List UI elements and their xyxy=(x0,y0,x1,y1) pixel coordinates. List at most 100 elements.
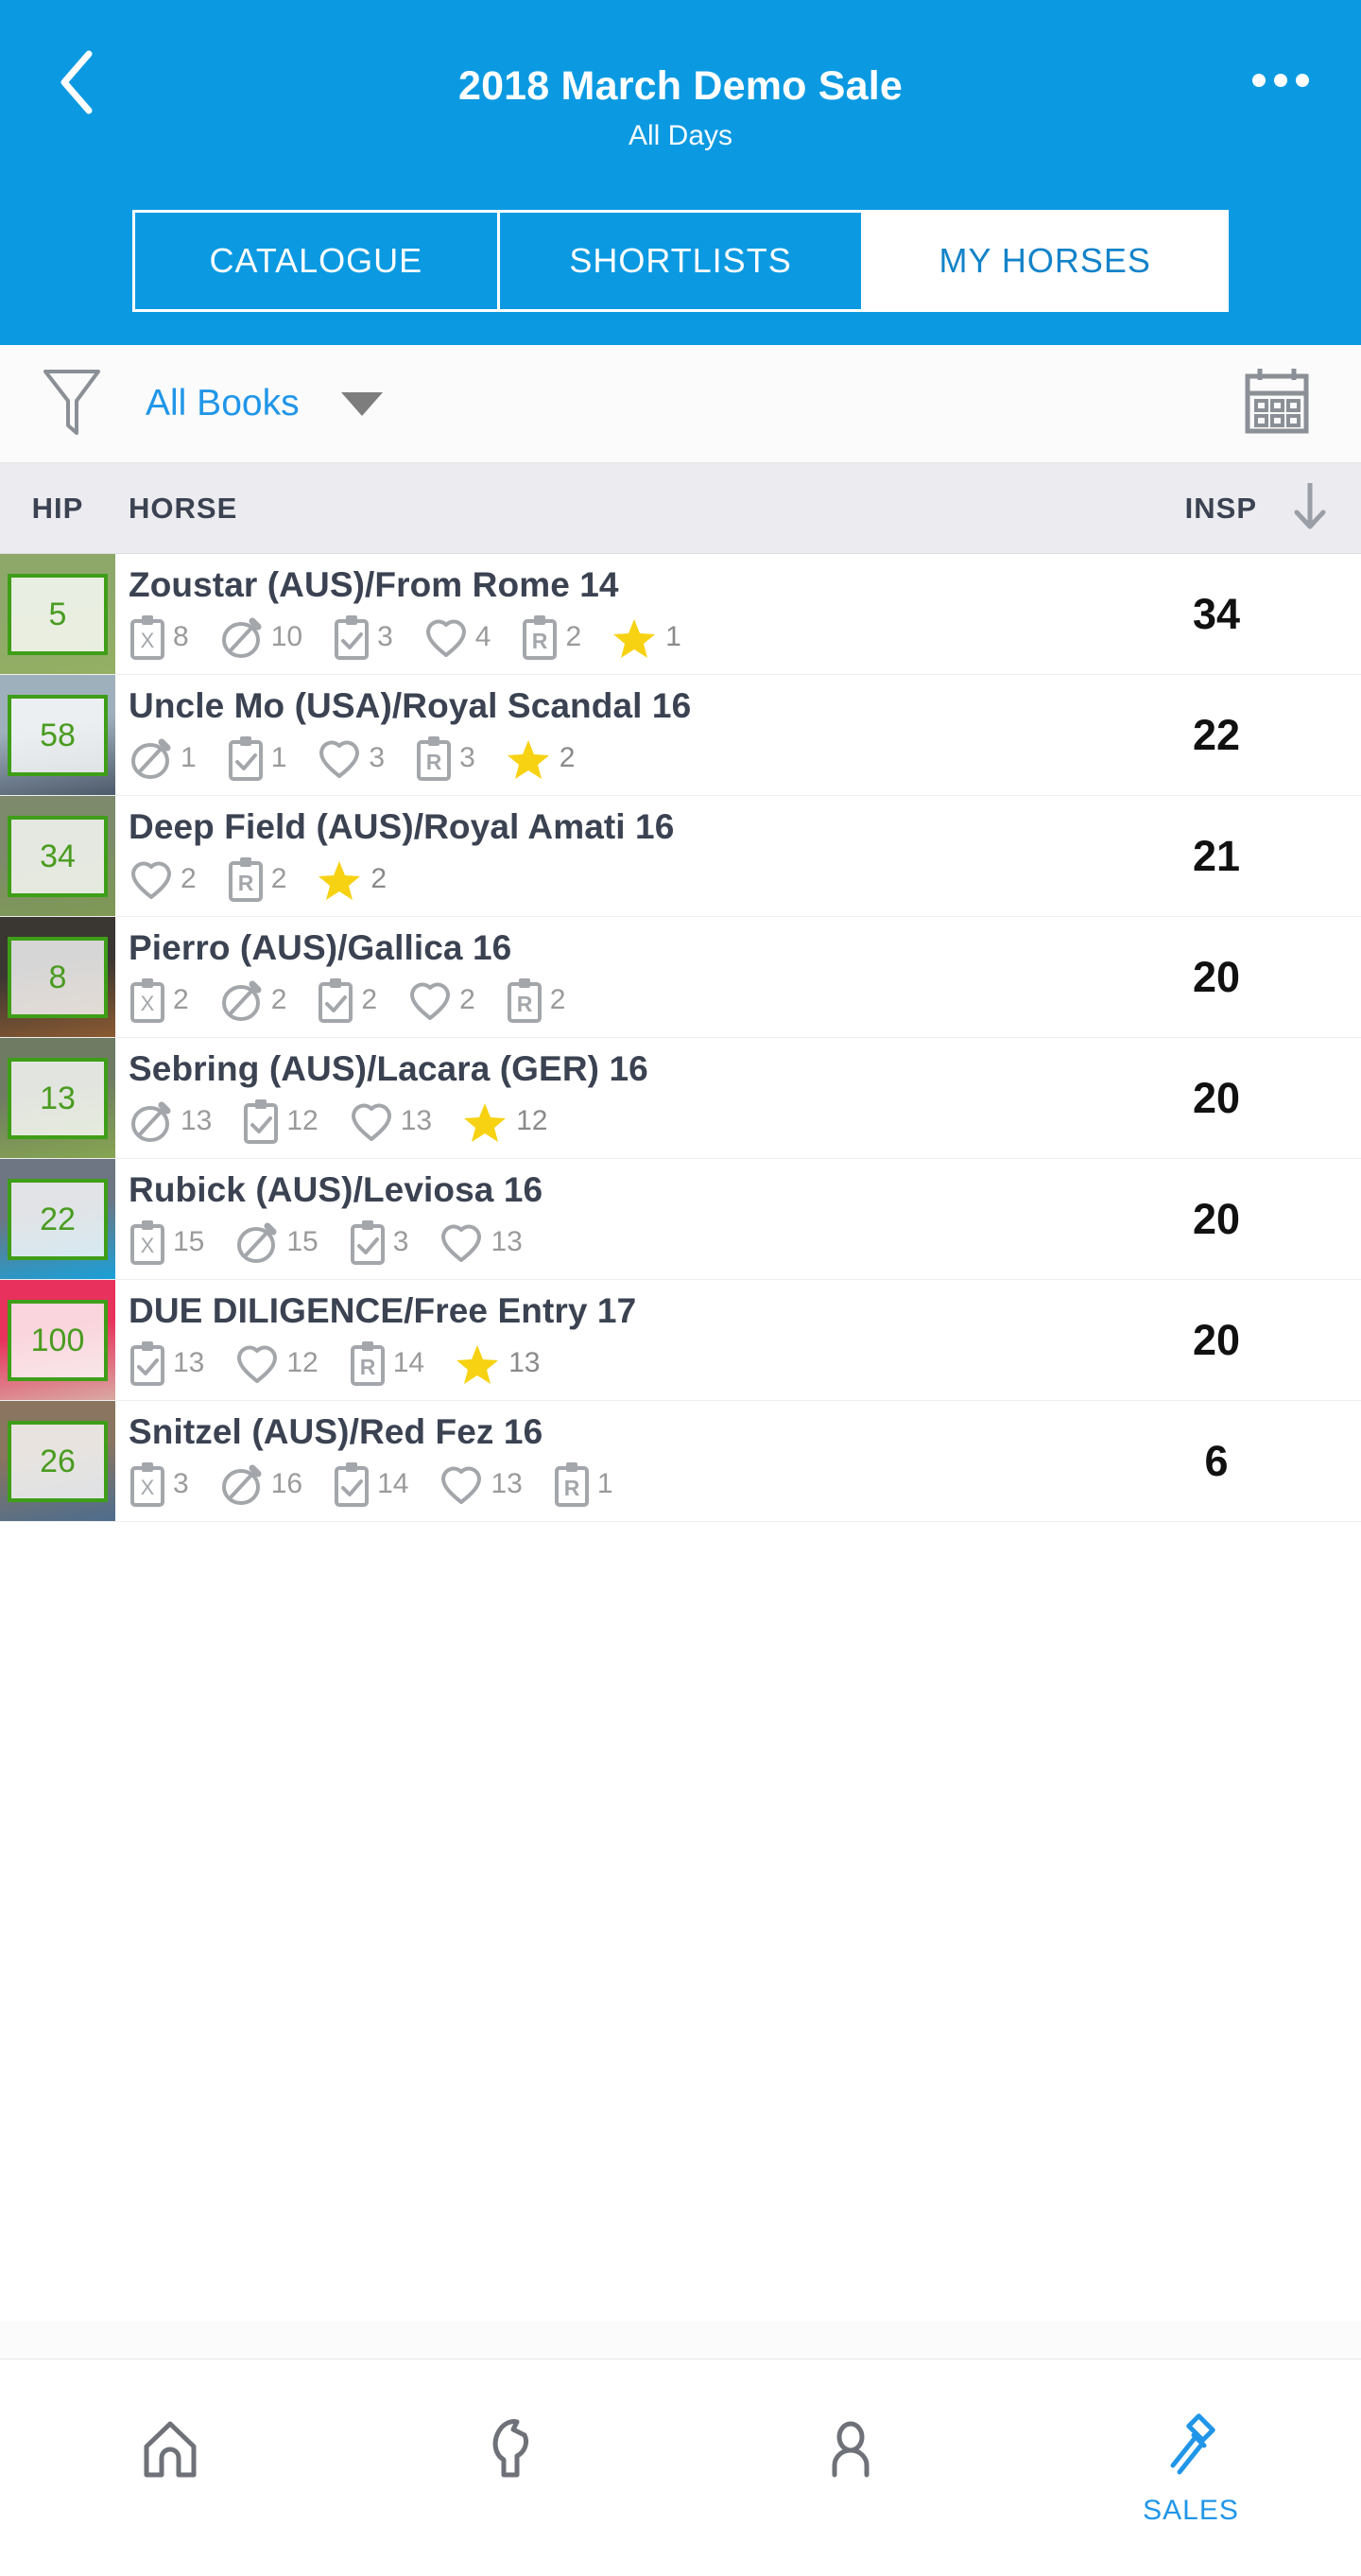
back-button[interactable] xyxy=(40,45,113,119)
hip-number-badge: 100 xyxy=(8,1300,108,1381)
stat-count: 13 xyxy=(491,1226,523,1258)
clipboard-x-icon: X xyxy=(129,1218,166,1267)
svg-text:X: X xyxy=(141,629,155,652)
hip-number-badge: 34 xyxy=(8,816,108,897)
overflow-menu-button[interactable] xyxy=(1243,47,1318,113)
table-row[interactable]: 58 Uncle Mo (USA)/Royal Scandal 16 1 1 3 R 3 2 2… xyxy=(0,675,1361,796)
filter-funnel-button[interactable] xyxy=(36,368,108,440)
app-header-top: 2018 March Demo Sale All Days xyxy=(0,0,1361,203)
clipboard-x-icon: X xyxy=(129,976,166,1025)
chevron-left-icon xyxy=(55,46,98,118)
horse-stats: X2222R2 xyxy=(129,976,1361,1025)
horse-thumbnail[interactable]: 34 xyxy=(0,796,115,916)
clipboard-r-icon: R xyxy=(553,1460,591,1509)
horse-stats: X 3 16 14 13 R 1 xyxy=(129,1460,1361,1509)
nav-item-profile[interactable] xyxy=(680,2360,1021,2576)
stat-clipboard-r: R2 xyxy=(521,613,581,662)
horse-info: Sebring (AUS)/Lacara (GER) 16 13 12 13 12 xyxy=(115,1038,1361,1158)
column-header-horse[interactable]: HORSE xyxy=(129,492,237,526)
hip-number-badge: 22 xyxy=(8,1179,108,1260)
insp-value: 21 xyxy=(1192,831,1241,880)
nav-item-horses[interactable] xyxy=(340,2360,680,2576)
column-header-hip[interactable]: HIP xyxy=(0,492,115,526)
stat-count: 15 xyxy=(286,1226,319,1258)
horse-name: DUE DILIGENCE/Free Entry 17 xyxy=(129,1291,637,1330)
table-row[interactable]: 13 Sebring (AUS)/Lacara (GER) 16 13 12 13 12 2… xyxy=(0,1038,1361,1159)
stat-circle-slash: 15 xyxy=(234,1218,319,1267)
list-bottom-spacer xyxy=(0,2321,1361,2359)
nav-item-sales[interactable]: SALES xyxy=(1021,2360,1361,2576)
stat-count: 2 xyxy=(459,984,475,1016)
horse-stats: 2R22 xyxy=(129,855,1361,904)
svg-text:R: R xyxy=(516,992,532,1016)
app-screen: 2018 March Demo Sale All Days CATALOGUE … xyxy=(0,0,1361,2576)
clipboard-check-icon xyxy=(227,734,265,783)
stat-count: 12 xyxy=(286,1105,319,1137)
heart-icon xyxy=(129,855,174,904)
stat-count: 3 xyxy=(459,742,475,774)
svg-text:X: X xyxy=(141,992,155,1015)
stat-count: 3 xyxy=(173,1468,189,1500)
page-title-block: 2018 March Demo Sale All Days xyxy=(0,63,1361,152)
horse-thumbnail[interactable]: 8 xyxy=(0,917,115,1037)
stat-count: 1 xyxy=(181,742,197,774)
horse-name: Rubick (AUS)/Leviosa 16 xyxy=(129,1170,543,1209)
book-filter-dropdown[interactable]: All Books xyxy=(146,383,383,424)
horse-name: Zoustar (AUS)/From Rome 14 xyxy=(129,565,619,604)
table-row[interactable]: 22 Rubick (AUS)/Leviosa 16 X 15 15 3 13 20 xyxy=(0,1159,1361,1280)
table-row[interactable]: 100 DUE DILIGENCE/Free Entry 17 13 12 R 14 13 2… xyxy=(0,1280,1361,1401)
table-row[interactable]: 26 Snitzel (AUS)/Red Fez 16 X 3 16 14 13 R 1 6 xyxy=(0,1401,1361,1522)
horse-thumbnail[interactable]: 13 xyxy=(0,1038,115,1158)
horse-name: Sebring (AUS)/Lacara (GER) 16 xyxy=(129,1049,648,1088)
sort-direction-button[interactable] xyxy=(1282,480,1338,537)
star-icon xyxy=(506,734,551,783)
horse-thumbnail[interactable]: 58 xyxy=(0,675,115,795)
hip-number-badge: 58 xyxy=(8,695,108,776)
stat-clipboard-r: R2 xyxy=(506,976,565,1025)
table-row[interactable]: 5 Zoustar (AUS)/From Rome 14 X 8 10 3 4 R 2 1 34 xyxy=(0,554,1361,675)
insp-value: 22 xyxy=(1192,710,1241,759)
insp-value: 34 xyxy=(1192,589,1241,638)
table-row[interactable]: 8 Pierro (AUS)/Gallica 16 X 2 2 2 2 R 2 20 xyxy=(0,917,1361,1038)
stat-count: 2 xyxy=(559,742,576,774)
clipboard-check-icon xyxy=(333,613,370,662)
column-header-insp[interactable]: INSP xyxy=(1185,492,1257,526)
clipboard-check-icon xyxy=(333,1460,370,1509)
tab-catalogue[interactable]: CATALOGUE xyxy=(135,213,500,309)
table-row[interactable]: 34 Deep Field (AUS)/Royal Amati 16 2 R 2 2 21 xyxy=(0,796,1361,917)
app-header: 2018 March Demo Sale All Days CATALOGUE … xyxy=(0,0,1361,345)
stat-count: 10 xyxy=(270,621,303,653)
horse-stats: 13 12 13 12 xyxy=(129,1097,1361,1146)
nav-item-home[interactable] xyxy=(0,2360,340,2576)
stat-count: 1 xyxy=(665,621,681,653)
stat-clipboard-r: R1 xyxy=(553,1460,613,1509)
horse-thumbnail[interactable]: 22 xyxy=(0,1159,115,1279)
chevron-down-icon xyxy=(340,391,383,416)
stat-count: 2 xyxy=(565,621,582,653)
stat-count: 1 xyxy=(270,742,287,774)
insp-value: 20 xyxy=(1192,1073,1241,1122)
heart-icon xyxy=(234,1339,280,1388)
tab-shortlists[interactable]: SHORTLISTS xyxy=(499,213,865,309)
horse-thumbnail[interactable]: 26 xyxy=(0,1401,115,1521)
stat-clipboard-check: 13 xyxy=(129,1339,204,1388)
heart-icon xyxy=(317,734,362,783)
stat-count: 2 xyxy=(270,863,287,895)
stat-count: 1 xyxy=(596,1468,613,1500)
horse-name: Deep Field (AUS)/Royal Amati 16 xyxy=(129,807,675,846)
stat-circle-slash: 2 xyxy=(219,976,286,1025)
insp-value: 20 xyxy=(1192,1315,1241,1364)
book-filter-value: All Books xyxy=(146,383,300,424)
horse-list: 5 Zoustar (AUS)/From Rome 14 X 8 10 3 4 R 2 1 34 58… xyxy=(0,554,1361,2321)
stat-clipboard-x: X2 xyxy=(129,976,189,1025)
tab-my-horses[interactable]: MY HORSES xyxy=(864,213,1227,309)
star-icon xyxy=(612,613,657,662)
heart-icon xyxy=(439,1460,484,1509)
clipboard-check-icon xyxy=(242,1097,280,1146)
horse-thumbnail[interactable]: 100 xyxy=(0,1280,115,1400)
home-icon xyxy=(135,2412,205,2487)
horse-thumbnail[interactable]: 5 xyxy=(0,554,115,674)
clipboard-x-icon: X xyxy=(129,613,166,662)
calendar-button[interactable] xyxy=(1236,363,1318,444)
svg-text:R: R xyxy=(564,1476,580,1500)
